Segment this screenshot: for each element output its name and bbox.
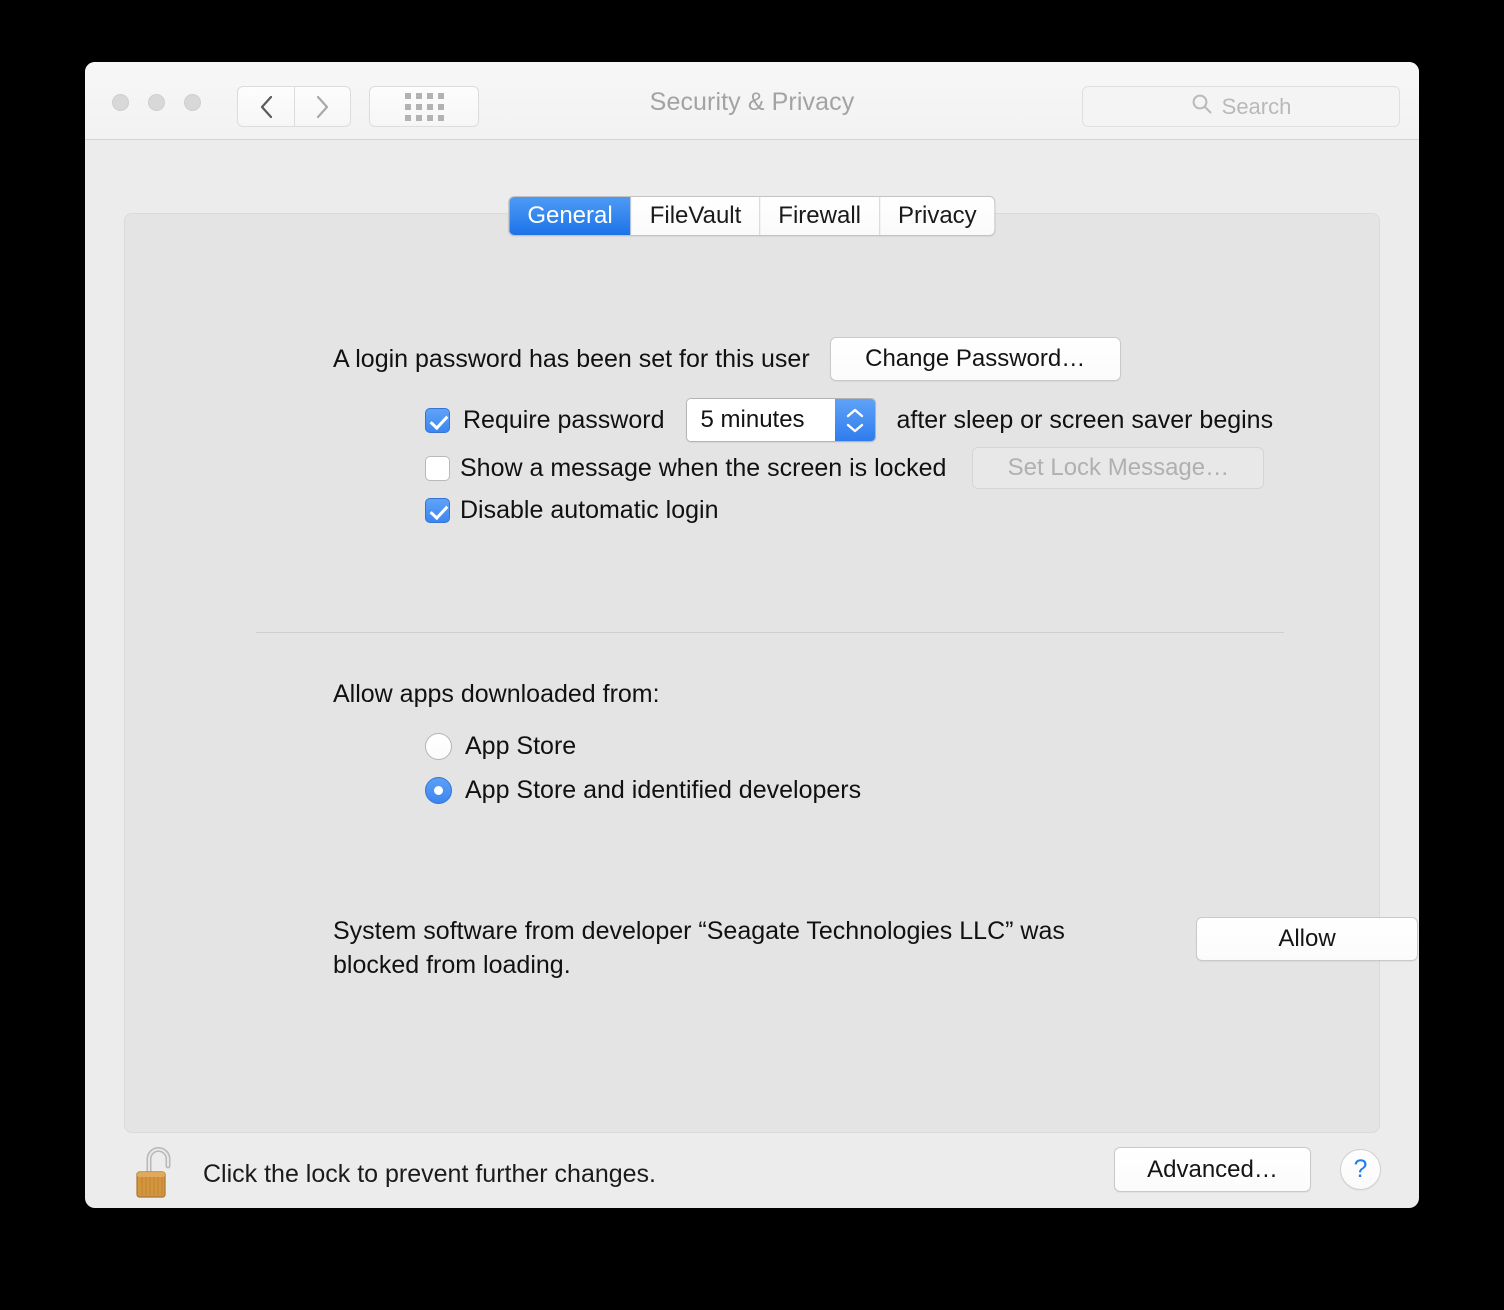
show-lock-message-checkbox[interactable] <box>425 455 450 481</box>
radio-button-app-store-and-developers[interactable] <box>425 777 452 804</box>
require-password-checkbox[interactable] <box>425 407 450 433</box>
blocked-software-message: System software from developer “Seagate … <box>333 917 1065 979</box>
allow-apps-heading: Allow apps downloaded from: <box>333 680 660 708</box>
tab-filevault[interactable]: FileVault <box>631 197 761 235</box>
radio-option-app-store-and-developers[interactable]: App Store and identified developers <box>425 776 861 805</box>
tab-general[interactable]: General <box>509 197 632 235</box>
login-password-row: A login password has been set for this u… <box>333 337 1121 381</box>
login-password-status: A login password has been set for this u… <box>333 344 810 373</box>
show-lock-message-label: Show a message when the screen is locked <box>460 453 947 482</box>
search-placeholder: Search <box>1221 93 1292 119</box>
radio-option-app-store[interactable]: App Store <box>425 732 576 761</box>
tab-privacy[interactable]: Privacy <box>879 197 995 235</box>
show-lock-message-row: Show a message when the screen is locked… <box>425 447 1265 489</box>
require-password-suffix: after sleep or screen saver begins <box>896 405 1274 434</box>
stepper-icon[interactable] <box>834 399 875 441</box>
lock-hint-text: Click the lock to prevent further change… <box>203 1160 657 1188</box>
tab-firewall[interactable]: Firewall <box>760 197 880 235</box>
search-icon <box>1191 93 1213 120</box>
require-password-label: Require password <box>463 405 665 434</box>
section-divider <box>256 632 1284 633</box>
tab-bar: General FileVault Firewall Privacy <box>508 196 996 236</box>
disable-automatic-login-checkbox[interactable] <box>425 498 450 523</box>
window-toolbar: Security & Privacy Search <box>85 62 1419 140</box>
window-footer: Click the lock to prevent further change… <box>85 1133 1419 1208</box>
set-lock-message-button: Set Lock Message… <box>972 447 1265 489</box>
change-password-button[interactable]: Change Password… <box>829 337 1121 381</box>
require-password-delay-value: 5 minutes <box>686 399 835 441</box>
advanced-button[interactable]: Advanced… <box>1114 1147 1311 1192</box>
allow-button[interactable]: Allow <box>1196 917 1418 961</box>
radio-label-app-store: App Store <box>465 732 577 760</box>
require-password-delay-select[interactable]: 5 minutes <box>685 398 876 442</box>
search-input[interactable]: Search <box>1082 86 1400 127</box>
system-preferences-window: Security & Privacy Search General FileVa… <box>85 62 1419 1208</box>
unlocked-padlock-icon[interactable] <box>133 1145 181 1201</box>
radio-label-app-store-and-developers: App Store and identified developers <box>465 776 862 804</box>
disable-automatic-login-label: Disable automatic login <box>460 496 719 524</box>
require-password-row: Require password 5 minutes after sleep o… <box>425 398 1273 442</box>
radio-button-app-store[interactable] <box>425 733 452 760</box>
disable-automatic-login-row: Disable automatic login <box>425 496 718 525</box>
help-button[interactable]: ? <box>1340 1149 1381 1190</box>
general-pane: General FileVault Firewall Privacy A log… <box>124 196 1418 1133</box>
